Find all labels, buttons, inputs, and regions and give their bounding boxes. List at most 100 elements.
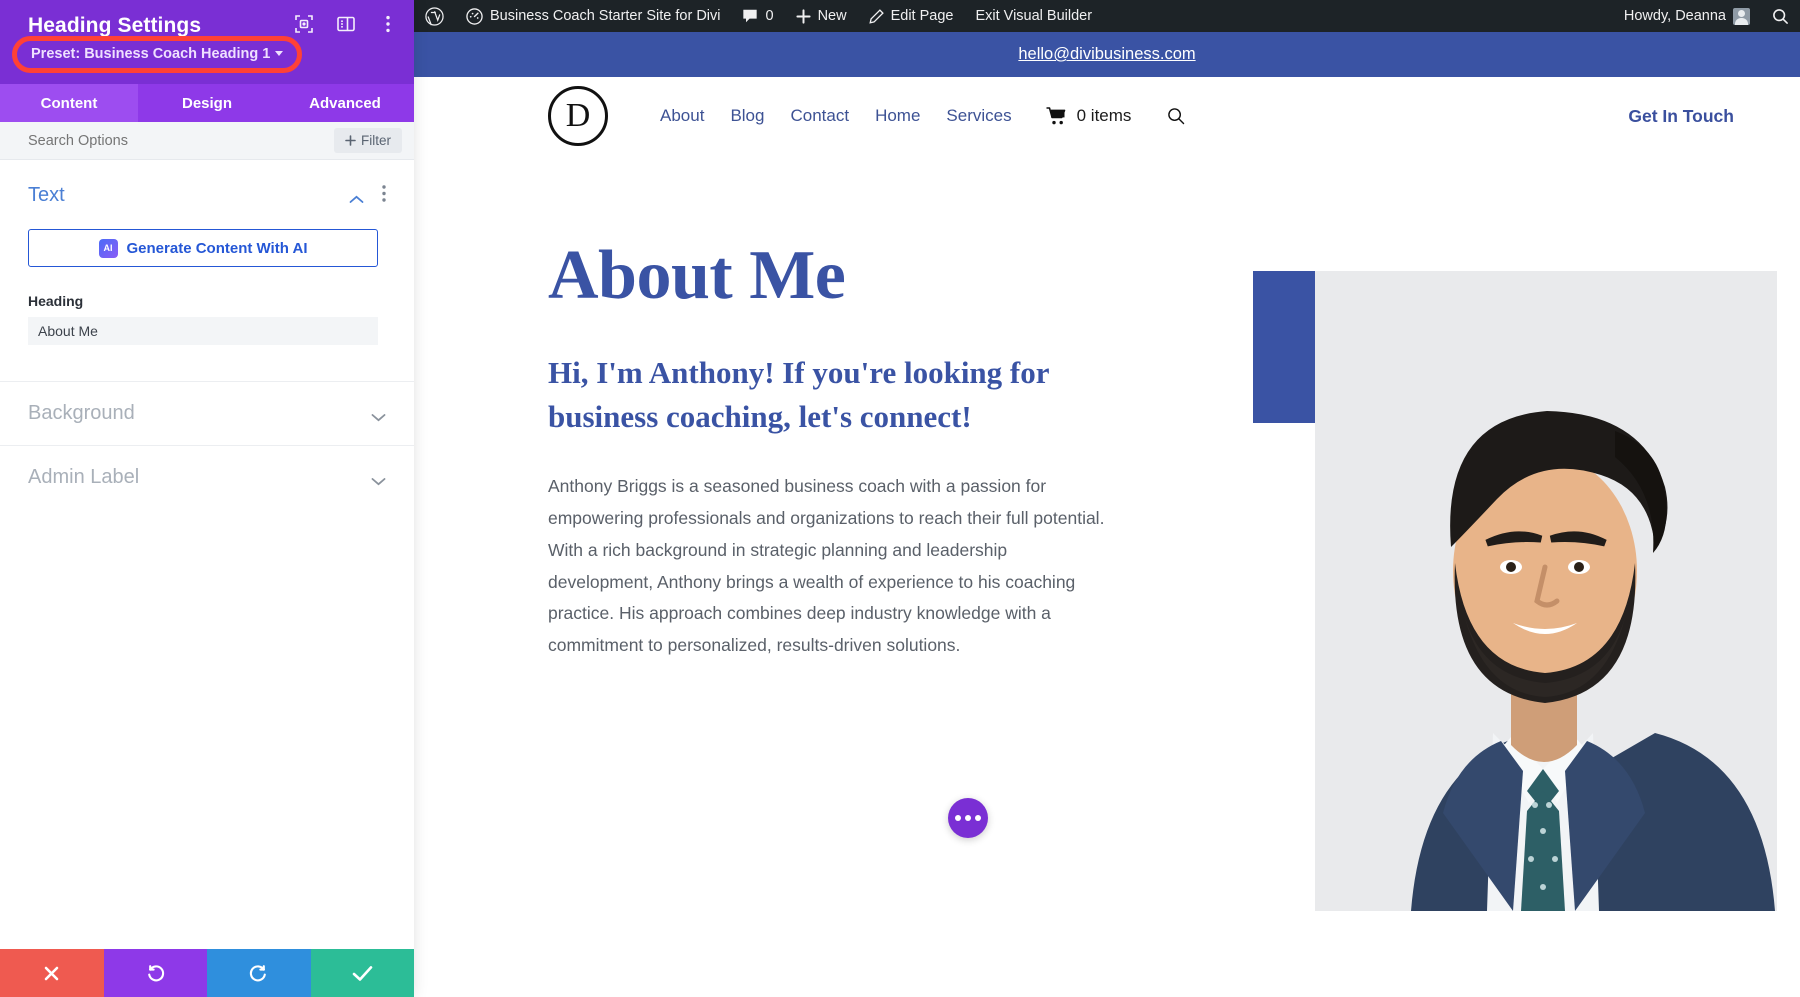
exit-visual-builder-button[interactable]: Exit Visual Builder — [964, 0, 1103, 32]
section-background-title: Background — [28, 402, 135, 425]
section-text: Text AI Generate Content — [0, 160, 414, 345]
exit-visual-builder-label: Exit Visual Builder — [975, 8, 1092, 24]
hero-paragraph[interactable]: Anthony Briggs is a seasoned business co… — [548, 471, 1108, 662]
comments-button[interactable]: 0 — [731, 0, 784, 32]
section-background[interactable]: Background — [0, 381, 414, 445]
undo-icon — [145, 963, 166, 984]
edit-page-button[interactable]: Edit Page — [858, 0, 965, 32]
dot-icon — [965, 815, 971, 821]
hero-subheading[interactable]: Hi, I'm Anthony! If you're looking for b… — [548, 351, 1108, 439]
tab-design[interactable]: Design — [138, 84, 276, 122]
heading-settings-panel: Heading Settings — [0, 0, 414, 997]
nav-item-contact[interactable]: Contact — [790, 106, 849, 126]
check-icon — [352, 965, 373, 982]
preset-selector[interactable]: Preset: Business Coach Heading 1 — [12, 36, 302, 73]
dashboard-icon — [466, 8, 483, 25]
shopping-cart-icon — [1046, 107, 1067, 125]
search-icon — [1772, 8, 1789, 25]
avatar — [1733, 8, 1750, 25]
chevron-down-icon — [275, 51, 283, 56]
plus-icon — [796, 9, 811, 24]
undo-button[interactable] — [104, 949, 208, 997]
ai-icon: AI — [99, 239, 118, 258]
panel-header-icons — [294, 14, 398, 34]
section-admin-label[interactable]: Admin Label — [0, 445, 414, 509]
section-options-icon[interactable] — [382, 185, 386, 207]
dot-icon — [955, 815, 961, 821]
admin-bar-right: Howdy, Deanna — [1613, 0, 1800, 32]
preset-label: Preset: Business Coach Heading 1 — [31, 46, 270, 62]
hero-heading[interactable]: About Me — [548, 241, 1108, 311]
logo-letter: D — [566, 99, 591, 133]
hero-text-column: About Me Hi, I'm Anthony! If you're look… — [548, 155, 1108, 662]
chevron-down-icon[interactable] — [371, 473, 386, 482]
get-in-touch-button[interactable]: Get In Touch — [1628, 106, 1734, 127]
section-admin-label-title: Admin Label — [28, 466, 139, 489]
search-row: Filter — [0, 122, 414, 160]
save-button[interactable] — [311, 949, 415, 997]
site-name-label: Business Coach Starter Site for Divi — [490, 8, 720, 24]
admin-bar-left: Business Coach Starter Site for Divi 0 N… — [414, 0, 1103, 32]
hero-image-column — [1108, 271, 1800, 662]
tab-advanced[interactable]: Advanced — [276, 84, 414, 122]
decorative-blue-accent — [1253, 271, 1315, 423]
email-link[interactable]: hello@divibusiness.com — [1018, 45, 1195, 64]
comment-icon — [742, 8, 758, 24]
section-text-title: Text — [28, 184, 65, 207]
page-title: Heading Settings — [28, 14, 201, 38]
filter-button-label: Filter — [361, 133, 391, 148]
focus-target-icon[interactable] — [294, 14, 314, 34]
generate-content-with-ai-button[interactable]: AI Generate Content With AI — [28, 229, 378, 267]
heading-input[interactable] — [28, 317, 378, 345]
redo-button[interactable] — [207, 949, 311, 997]
panel-header: Heading Settings — [0, 0, 414, 84]
plus-icon — [345, 135, 356, 146]
tab-content[interactable]: Content — [0, 84, 138, 122]
dot-icon — [975, 815, 981, 821]
site-search-button[interactable] — [1167, 107, 1186, 126]
chevron-down-icon[interactable] — [371, 409, 386, 418]
primary-nav: About Blog Contact Home Services 0 items — [660, 106, 1186, 126]
heading-field-label: Heading — [28, 293, 386, 309]
nav-item-services[interactable]: Services — [946, 106, 1011, 126]
new-content-label: New — [818, 8, 847, 24]
wordpress-logo-button[interactable] — [414, 0, 455, 32]
site-topbar: hello@divibusiness.com — [414, 32, 1800, 77]
portrait-illustration — [1315, 271, 1777, 911]
panel-body: Text AI Generate Content — [0, 160, 414, 949]
admin-search-button[interactable] — [1761, 0, 1800, 32]
pencil-icon — [869, 9, 884, 24]
cart-group[interactable]: 0 items — [1046, 106, 1132, 126]
site-header: D About Blog Contact Home Services 0 ite… — [414, 77, 1800, 155]
wp-admin-bar: Business Coach Starter Site for Divi 0 N… — [414, 0, 1800, 32]
hero-section: About Me Hi, I'm Anthony! If you're look… — [414, 155, 1800, 662]
close-icon — [42, 964, 61, 983]
portrait-photo[interactable] — [1315, 271, 1777, 911]
filter-button[interactable]: Filter — [334, 128, 402, 153]
panel-action-bar — [0, 949, 414, 997]
edit-page-label: Edit Page — [891, 8, 954, 24]
chevron-up-icon[interactable] — [349, 191, 364, 200]
section-text-icons — [349, 185, 386, 207]
nav-item-blog[interactable]: Blog — [730, 106, 764, 126]
site-preview: hello@divibusiness.com D About Blog Cont… — [414, 32, 1800, 997]
generate-ai-label: Generate Content With AI — [127, 240, 308, 257]
new-content-button[interactable]: New — [785, 0, 858, 32]
panel-tabs: Content Design Advanced — [0, 84, 414, 122]
search-icon — [1167, 107, 1186, 126]
site-logo[interactable]: D — [548, 86, 608, 146]
comments-count: 0 — [765, 8, 773, 24]
nav-item-home[interactable]: Home — [875, 106, 920, 126]
vertical-dots-icon[interactable] — [378, 14, 398, 34]
nav-item-about[interactable]: About — [660, 106, 704, 126]
redo-icon — [248, 963, 269, 984]
howdy-label: Howdy, Deanna — [1624, 8, 1726, 24]
site-name-menu[interactable]: Business Coach Starter Site for Divi — [455, 0, 731, 32]
layout-panel-icon[interactable] — [336, 14, 356, 34]
search-input[interactable] — [28, 133, 334, 149]
section-text-header[interactable]: Text — [28, 184, 386, 207]
cart-count-label: 0 items — [1077, 106, 1132, 126]
cancel-button[interactable] — [0, 949, 104, 997]
builder-floating-menu-button[interactable] — [948, 798, 988, 838]
account-menu[interactable]: Howdy, Deanna — [1613, 0, 1761, 32]
